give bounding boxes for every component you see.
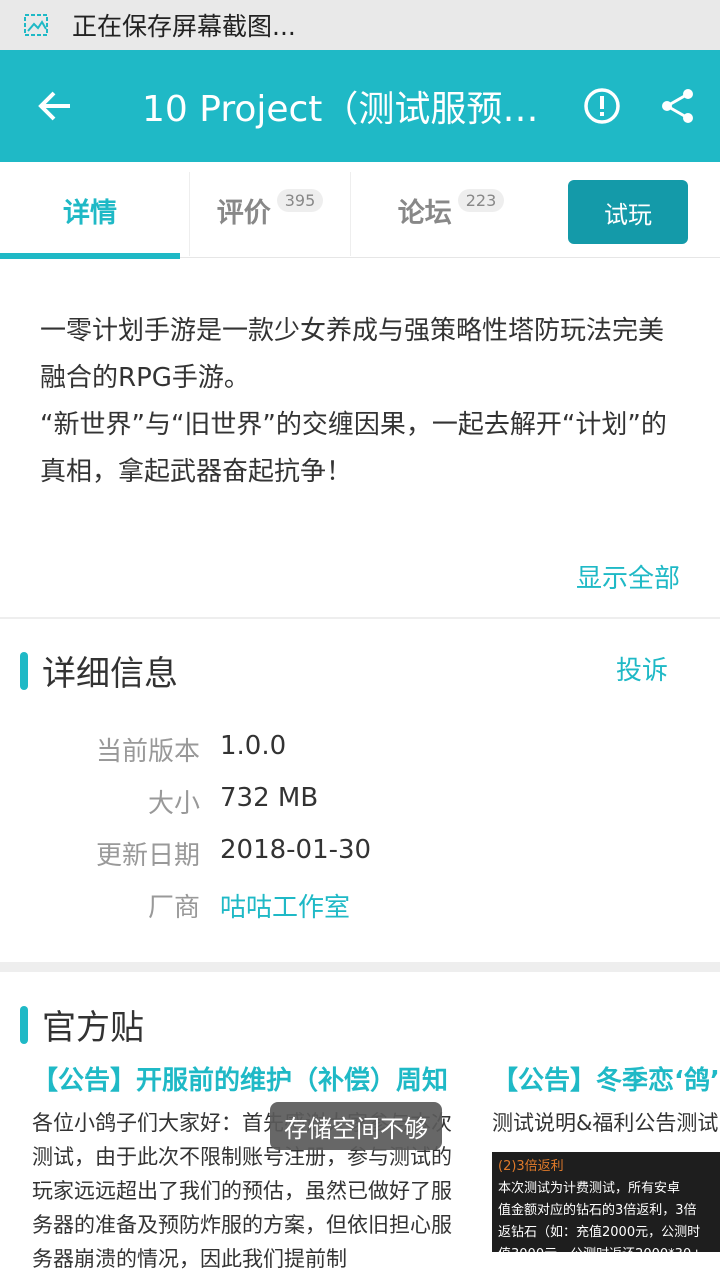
official-post-card[interactable]: 【公告】开服前的维护（补偿）周知 各位小鸽子们大家好：首先感谢大家参与本次测试，… — [32, 1062, 452, 1280]
post-excerpt: 测试说明&福利公告测试 — [492, 1111, 719, 1135]
tab-label: 详情 — [63, 197, 117, 229]
info-value: 732 MB — [220, 783, 319, 813]
status-text: 正在保存屏幕截图... — [72, 12, 296, 41]
tab-label: 评价 — [216, 197, 271, 229]
info-key: 更新日期 — [95, 841, 200, 871]
thumb-line: 本次测试为计费测试，所有安卓 — [498, 1181, 681, 1196]
thumb-line: (2)3倍返利 — [498, 1159, 564, 1174]
back-arrow-icon[interactable] — [26, 76, 86, 136]
show-all-link[interactable]: 显示全部 — [576, 558, 680, 595]
info-key: 大小 — [147, 789, 200, 819]
official-posts-heading: 官方贴 — [20, 1000, 144, 1049]
info-key: 当前版本 — [95, 737, 200, 767]
screenshot-icon — [22, 10, 52, 40]
status-bar: 正在保存屏幕截图... — [0, 0, 720, 50]
vendor-link[interactable]: 咕咕工作室 — [220, 887, 350, 924]
info-key: 厂商 — [147, 893, 200, 923]
info-row-version: 当前版本 1.0.0 — [0, 731, 720, 771]
divider — [0, 617, 720, 619]
trial-button[interactable]: 试玩 — [568, 180, 688, 244]
thumb-line: 返钻石（如：充值2000元，公测时 — [498, 1225, 701, 1240]
info-row-vendor: 厂商 咕咕工作室 — [0, 887, 720, 927]
intro-paragraph: 一零计划手游是一款少女养成与强策略性塔防玩法完美融合的RPG手游。 — [40, 316, 665, 393]
exclamation-circle-icon[interactable] — [572, 76, 632, 136]
details-heading-text: 详细信息 — [42, 654, 178, 694]
official-post-card[interactable]: 【公告】冬季恋‘鸽’告 测试说明&福利公告测试 (2)3倍返利 本次测试为计费测… — [492, 1062, 720, 1280]
tab-details[interactable]: 详情 — [0, 162, 180, 258]
post-title: 【公告】冬季恋‘鸽’告 — [492, 1066, 720, 1096]
report-link[interactable]: 投诉 — [616, 650, 668, 687]
section-divider — [0, 962, 720, 972]
share-icon[interactable] — [648, 76, 708, 136]
info-row-size: 大小 732 MB — [0, 783, 720, 823]
info-row-update-date: 更新日期 2018-01-30 — [0, 835, 720, 875]
forum-count-badge: 223 — [457, 188, 505, 212]
post-title: 【公告】开服前的维护（补偿）周知 — [32, 1066, 449, 1096]
tab-reviews[interactable]: 评价 395 — [190, 162, 350, 258]
active-tab-indicator — [0, 253, 180, 259]
post-thumbnail: (2)3倍返利 本次测试为计费测试，所有安卓 值金额对应的钻石的3倍返利，3倍 … — [492, 1152, 720, 1252]
intro-paragraph: “新世界”与“旧世界”的交缠因果，一起去解开“计划”的真相，拿起武器奋起抗争！ — [40, 410, 667, 487]
toast-message: 存储空间不够 — [270, 1102, 442, 1150]
app-bar: 10 Project（测试服预约） — [0, 50, 720, 162]
tab-label: 论坛 — [397, 197, 452, 229]
section-accent-bar — [20, 1005, 28, 1044]
intro-text: 一零计划手游是一款少女养成与强策略性塔防玩法完美融合的RPG手游。 “新世界”与… — [40, 308, 680, 496]
review-count-badge: 395 — [276, 188, 324, 212]
thumb-line: 值金额对应的钻石的3倍返利，3倍 — [498, 1203, 697, 1218]
section-accent-bar — [20, 651, 28, 690]
page-title: 10 Project（测试服预约） — [142, 89, 552, 130]
details-heading: 详细信息 — [20, 646, 178, 695]
tab-divider — [350, 172, 351, 256]
tab-divider — [189, 172, 190, 256]
info-value: 1.0.0 — [220, 731, 287, 761]
info-value: 2018-01-30 — [220, 835, 372, 865]
thumb-line: 值3000元，公测时返还2000*30+ — [498, 1244, 720, 1252]
official-posts-heading-text: 官方贴 — [42, 1008, 144, 1048]
tab-forum[interactable]: 论坛 223 — [352, 162, 550, 258]
